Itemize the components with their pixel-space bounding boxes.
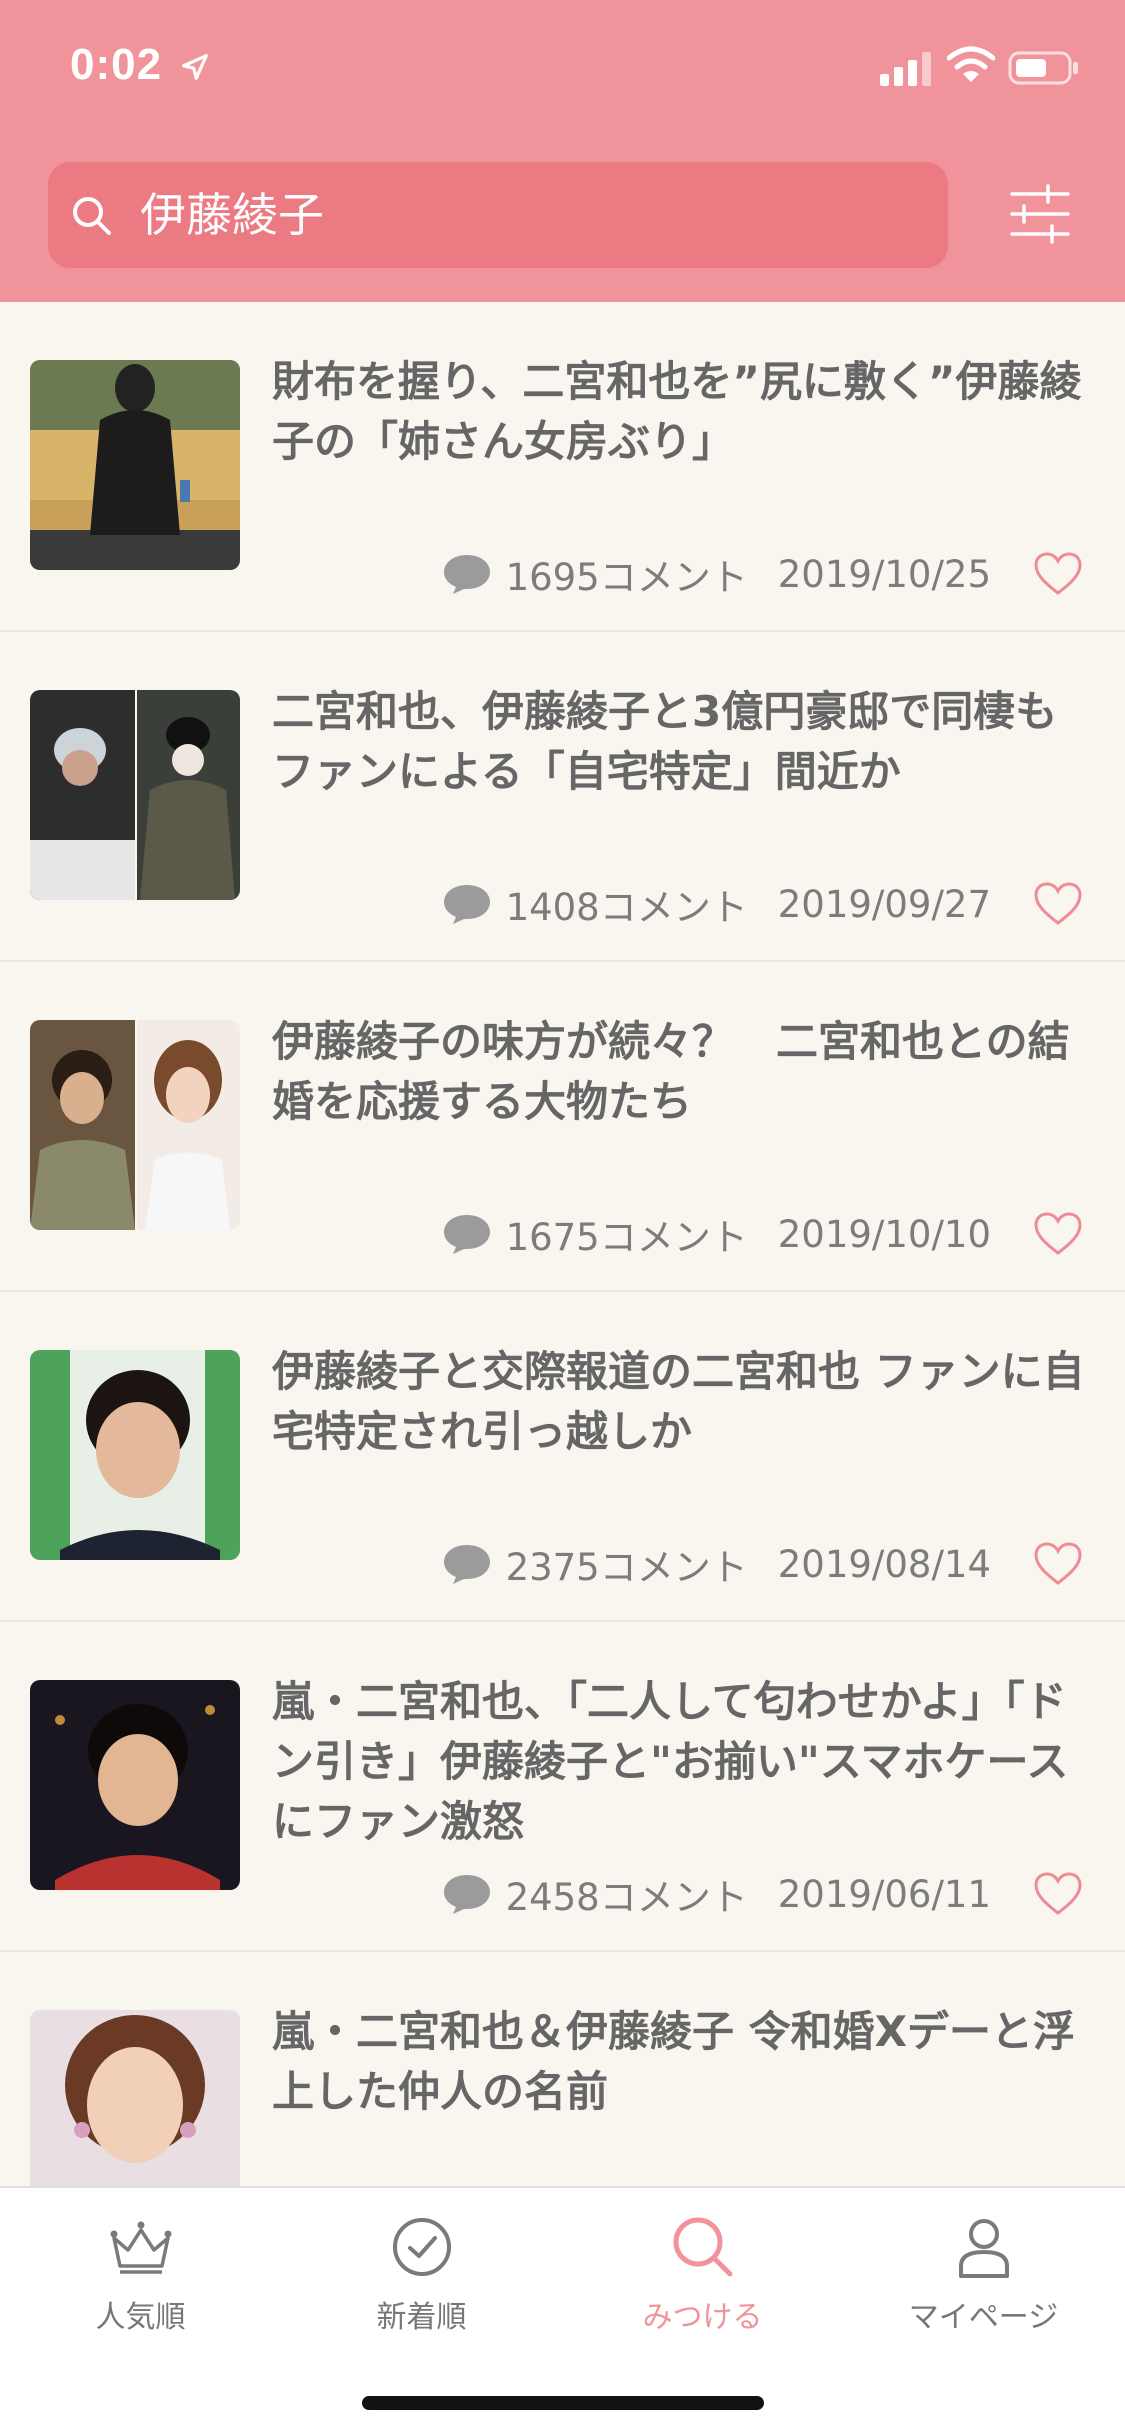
article-title[interactable]: 二宮和也、伊藤綾子と3億円豪邸で同棲もファンによる「自宅特定」間近か	[272, 682, 1092, 802]
location-arrow-icon	[182, 54, 208, 80]
tab-discover-label: みつける	[642, 2300, 763, 2335]
article-item[interactable]: 財布を握り、二宮和也を”尻に敷く”伊藤綾子の「姉さん女房ぶり」 1695コメント…	[0, 302, 1125, 632]
article-list: 財布を握り、二宮和也を”尻に敷く”伊藤綾子の「姉さん女房ぶり」 1695コメント…	[0, 302, 1125, 2187]
article-date: 2019/10/10	[777, 1212, 991, 1256]
article-meta: 1675コメント 2019/10/10	[442, 1206, 1083, 1262]
article-title[interactable]: 嵐・二宮和也、「二人して匂わせかよ」「ドン引き」伊藤綾子と"お揃い"スマホケース…	[272, 1672, 1092, 1852]
article-item[interactable]: 伊藤綾子と交際報道の二宮和也 ファンに自宅特定され引っ越しか 2375コメント …	[0, 1292, 1125, 1622]
article-title[interactable]: 伊藤綾子の味方が続々？ 二宮和也との結婚を応援する大物たち	[272, 1012, 1092, 1132]
comment-bubble-icon	[443, 1215, 490, 1254]
cellular-signal-icon	[880, 52, 931, 86]
article-thumbnail	[30, 1020, 240, 1230]
person-icon	[958, 2219, 1009, 2278]
tab-popular-label: 人気順	[95, 2300, 186, 2335]
article-date: 2019/06/11	[777, 1872, 991, 1916]
tab-popular[interactable]: 人気順	[0, 2214, 281, 2344]
article-item[interactable]: 嵐・二宮和也、「二人して匂わせかよ」「ドン引き」伊藤綾子と"お揃い"スマホケース…	[0, 1622, 1125, 1952]
article-title[interactable]: 嵐・二宮和也＆伊藤綾子 令和婚Xデーと浮上した仲人の名前	[272, 2002, 1092, 2122]
home-indicator	[362, 2396, 764, 2410]
article-item[interactable]: 伊藤綾子の味方が続々？ 二宮和也との結婚を応援する大物たち 1675コメント 2…	[0, 962, 1125, 1292]
article-thumbnail	[30, 690, 240, 900]
heart-icon[interactable]	[1033, 1871, 1083, 1917]
article-title[interactable]: 財布を握り、二宮和也を”尻に敷く”伊藤綾子の「姉さん女房ぶり」	[272, 352, 1092, 472]
comment-bubble-icon	[443, 1875, 490, 1914]
article-date: 2019/10/25	[777, 552, 991, 596]
comment-count: 1695コメント	[505, 556, 748, 599]
comment-count: 1675コメント	[505, 1216, 748, 1259]
search-icon	[73, 197, 111, 235]
tab-mypage[interactable]: マイページ	[843, 2214, 1124, 2344]
filter-settings-icon[interactable]	[1008, 182, 1072, 246]
search-icon	[673, 2217, 732, 2277]
status-time: 0:02	[70, 40, 163, 89]
battery-icon	[1008, 51, 1078, 85]
article-item[interactable]: 二宮和也、伊藤綾子と3億円豪邸で同棲もファンによる「自宅特定」間近か 1408コ…	[0, 632, 1125, 962]
heart-icon[interactable]	[1033, 551, 1083, 597]
heart-icon[interactable]	[1033, 1541, 1083, 1587]
article-meta: 1695コメント 2019/10/25	[442, 546, 1083, 602]
heart-icon[interactable]	[1033, 1211, 1083, 1257]
comment-count: 1408コメント	[505, 886, 748, 929]
comment-count: 2375コメント	[505, 1546, 748, 1589]
header: 0:02 伊藤綾子	[0, 0, 1125, 302]
heart-icon[interactable]	[1033, 881, 1083, 927]
tab-mypage-label: マイページ	[908, 2300, 1059, 2335]
article-thumbnail	[30, 1680, 240, 1890]
clock-check-icon	[392, 2218, 451, 2276]
article-date: 2019/08/14	[777, 1542, 991, 1586]
article-meta: 2458コメント 2019/06/11	[442, 1866, 1083, 1922]
article-item[interactable]: 嵐・二宮和也＆伊藤綾子 令和婚Xデーと浮上した仲人の名前	[0, 1952, 1125, 2187]
article-meta: 2375コメント 2019/08/14	[442, 1536, 1083, 1592]
article-thumbnail	[30, 360, 240, 570]
article-meta: 1408コメント 2019/09/27	[442, 876, 1083, 932]
wifi-icon	[947, 46, 995, 82]
status-bar: 0:02	[0, 0, 1125, 140]
search-query: 伊藤綾子	[140, 188, 324, 242]
article-thumbnail	[30, 1350, 240, 1560]
article-date: 2019/09/27	[777, 882, 991, 926]
article-title[interactable]: 伊藤綾子と交際報道の二宮和也 ファンに自宅特定され引っ越しか	[272, 1342, 1092, 1462]
tab-newest-label: 新着順	[376, 2300, 467, 2335]
comment-bubble-icon	[443, 555, 490, 594]
comment-count: 2458コメント	[505, 1876, 748, 1919]
tab-discover[interactable]: みつける	[562, 2214, 843, 2344]
comment-bubble-icon	[443, 885, 490, 924]
article-thumbnail	[30, 2010, 240, 2187]
crown-icon	[110, 2221, 171, 2274]
search-input[interactable]: 伊藤綾子	[48, 162, 948, 268]
comment-bubble-icon	[443, 1545, 490, 1584]
tab-newest[interactable]: 新着順	[281, 2214, 562, 2344]
